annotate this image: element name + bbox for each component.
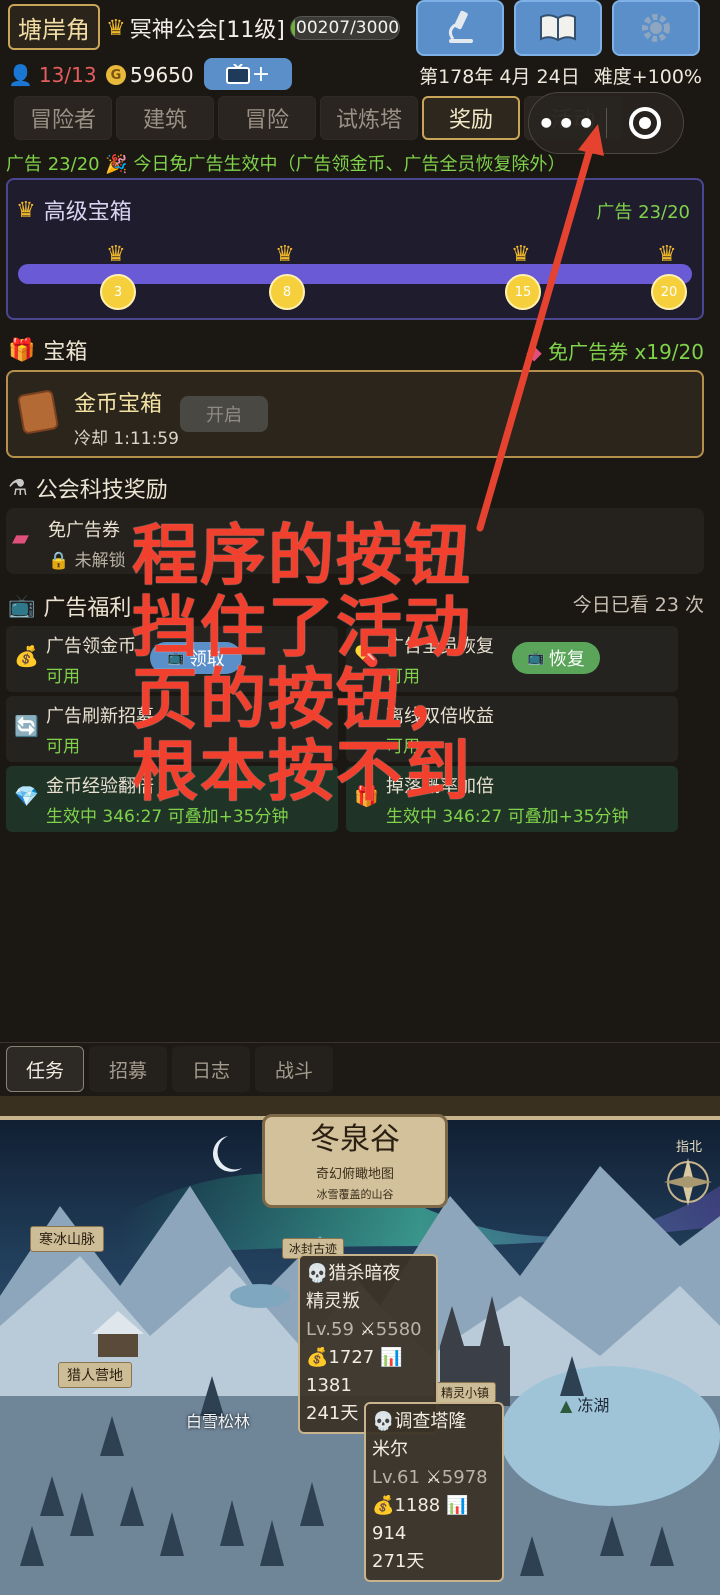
quest-stat-text: 914 bbox=[372, 1523, 407, 1544]
place-cold-ice-mountains[interactable]: 寒冰山脉 bbox=[30, 1226, 104, 1252]
money-bag-icon: 💰 bbox=[306, 1347, 329, 1368]
quest-card-subtitle: 米尔 bbox=[372, 1439, 408, 1460]
place-frozen-lake[interactable]: ▲ 冻湖 bbox=[560, 1392, 609, 1416]
annotation-line: 挡住了活动 bbox=[132, 589, 472, 666]
swords-icon: ⚔ bbox=[359, 1319, 376, 1340]
quest-stat-text: 1381 bbox=[306, 1375, 352, 1396]
quest-level-text: Lv.59 bbox=[306, 1319, 354, 1340]
quest-card-level: Lv.61 ⚔5978 bbox=[372, 1464, 496, 1492]
world-map[interactable]: 冬泉谷 奇幻俯瞰地图 冰雪覆盖的山谷 指北 寒冰山脉 冰封古迹 猎人营地 白雪松… bbox=[0, 1096, 720, 1595]
money-bag-icon: 💰 bbox=[372, 1495, 395, 1516]
quest-card-title-text: 调查塔隆 bbox=[394, 1411, 467, 1432]
map-subtitle: 奇幻俯瞰地图 bbox=[315, 1167, 394, 1182]
tree-icon: ▲ bbox=[560, 1396, 573, 1415]
annotation-line: 页的按钮， bbox=[132, 661, 472, 738]
annotation-line: 程序的按钮 bbox=[132, 517, 472, 594]
place-frozen-lake-text: 冻湖 bbox=[577, 1396, 610, 1415]
annotation-line: 根本按不到 bbox=[132, 733, 472, 810]
tab-log[interactable]: 日志 bbox=[172, 1046, 250, 1092]
chart-icon: 📊 bbox=[445, 1495, 469, 1516]
tab-recruit[interactable]: 招募 bbox=[89, 1046, 167, 1092]
place-elf-town[interactable]: 精灵小镇 bbox=[434, 1382, 497, 1403]
quest-card-days: 271天 bbox=[372, 1551, 425, 1572]
map-title-banner: 冬泉谷 奇幻俯瞰地图 冰雪覆盖的山谷 bbox=[262, 1114, 448, 1208]
skull-icon: 💀 bbox=[306, 1263, 329, 1284]
map-title: 冬泉谷 bbox=[310, 1122, 400, 1157]
quest-card-title-text: 猎杀暗夜 bbox=[328, 1263, 401, 1284]
quest-gold-text: 1727 bbox=[328, 1347, 375, 1368]
tab-battle[interactable]: 战斗 bbox=[255, 1046, 333, 1092]
map-subtitle-2: 冰雪覆盖的山谷 bbox=[316, 1188, 394, 1201]
place-hunter-camp[interactable]: 猎人营地 bbox=[58, 1362, 132, 1388]
swords-icon: ⚔ bbox=[425, 1467, 442, 1488]
compass-label: 指北 bbox=[676, 1140, 703, 1155]
quest-card-rewards: 💰1727 📊 1381 bbox=[306, 1344, 430, 1400]
quest-power-text: 5580 bbox=[375, 1319, 422, 1340]
quest-card-level: Lv.59 ⚔5580 bbox=[306, 1316, 430, 1344]
quest-gold-text: 1188 bbox=[394, 1495, 441, 1516]
quest-card-rewards: 💰1188 📊 914 bbox=[372, 1492, 496, 1548]
quest-level-text: Lv.61 bbox=[372, 1467, 420, 1488]
quest-card-title: 💀调查塔隆 bbox=[372, 1408, 496, 1436]
place-white-pine-forest[interactable]: 白雪松林 bbox=[186, 1408, 250, 1432]
quest-card-subtitle: 精灵叛 bbox=[306, 1291, 360, 1312]
quest-power-text: 5978 bbox=[441, 1467, 488, 1488]
chart-icon: 📊 bbox=[379, 1347, 403, 1368]
tab-quests[interactable]: 任务 bbox=[6, 1046, 84, 1092]
quest-card-title: 💀猎杀暗夜 bbox=[306, 1260, 430, 1288]
skull-icon: 💀 bbox=[372, 1411, 395, 1432]
annotation-text: 程序的按钮 挡住了活动 页的按钮， 根本按不到 bbox=[132, 520, 472, 808]
quest-card[interactable]: 💀调查塔隆 米尔 Lv.61 ⚔5978 💰1188 📊 914 271天 bbox=[364, 1402, 504, 1582]
